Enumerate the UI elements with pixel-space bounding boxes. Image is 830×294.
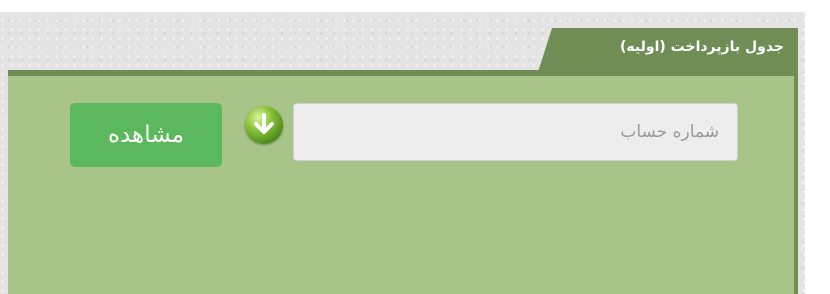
arrow-down-circle-icon[interactable] (245, 106, 283, 144)
view-button[interactable]: مشاهده (70, 103, 222, 167)
top-whitespace (0, 0, 830, 12)
panel-tab-title: جدول بازپرداخت (اولیه) (620, 39, 784, 55)
account-number-input[interactable] (293, 103, 738, 161)
panel-tab: جدول بازپرداخت (اولیه) (538, 28, 798, 72)
right-whitespace (805, 0, 830, 294)
